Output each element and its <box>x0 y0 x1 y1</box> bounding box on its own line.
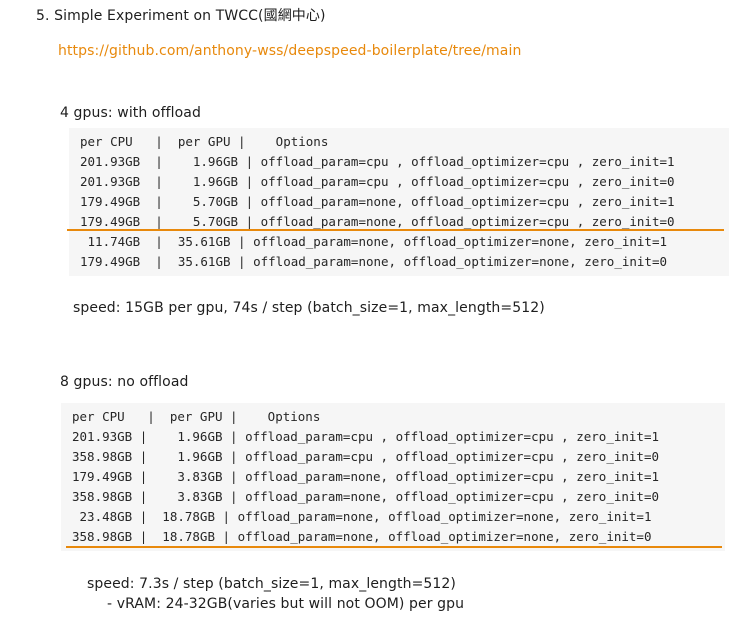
code-line: 201.93GB | 1.96GB | offload_param=cpu , … <box>72 429 659 444</box>
page-title: 5. Simple Experiment on TWCC(國網中心) <box>36 8 326 24</box>
code-line: per CPU | per GPU | Options <box>72 409 321 424</box>
highlight-underline <box>67 229 724 231</box>
code-line: 201.93GB | 1.96GB | offload_param=cpu , … <box>80 154 675 169</box>
code-line: 179.49GB | 3.83GB | offload_param=none, … <box>72 469 659 484</box>
code-line: 358.98GB | 1.96GB | offload_param=cpu , … <box>72 449 659 464</box>
highlight-underline <box>66 546 722 548</box>
code-line: 358.98GB | 3.83GB | offload_param=none, … <box>72 489 659 504</box>
section-heading-4-gpus: 4 gpus: with offload <box>60 105 201 121</box>
code-line: 201.93GB | 1.96GB | offload_param=cpu , … <box>80 174 675 189</box>
code-line: per CPU | per GPU | Options <box>80 134 329 149</box>
code-block-4-gpus: per CPU | per GPU | Options 201.93GB | 1… <box>69 128 729 276</box>
vram-note-8-gpus: - vRAM: 24-32GB(varies but will not OOM)… <box>107 596 465 612</box>
code-line: 358.98GB | 18.78GB | offload_param=none,… <box>72 529 652 544</box>
section-heading-8-gpus: 8 gpus: no offload <box>60 374 189 390</box>
code-line: 179.49GB | 35.61GB | offload_param=none,… <box>80 254 667 269</box>
code-line: 179.49GB | 5.70GB | offload_param=none, … <box>80 194 675 209</box>
speed-note-4-gpus: speed: 15GB per gpu, 74s / step (batch_s… <box>73 300 545 316</box>
speed-note-8-gpus: speed: 7.3s / step (batch_size=1, max_le… <box>87 576 456 592</box>
code-line: 23.48GB | 18.78GB | offload_param=none, … <box>72 509 652 524</box>
code-block-8-gpus: per CPU | per GPU | Options 201.93GB | 1… <box>61 403 725 551</box>
code-line: 11.74GB | 35.61GB | offload_param=none, … <box>80 234 667 249</box>
repo-link[interactable]: https://github.com/anthony-wss/deepspeed… <box>58 43 521 59</box>
